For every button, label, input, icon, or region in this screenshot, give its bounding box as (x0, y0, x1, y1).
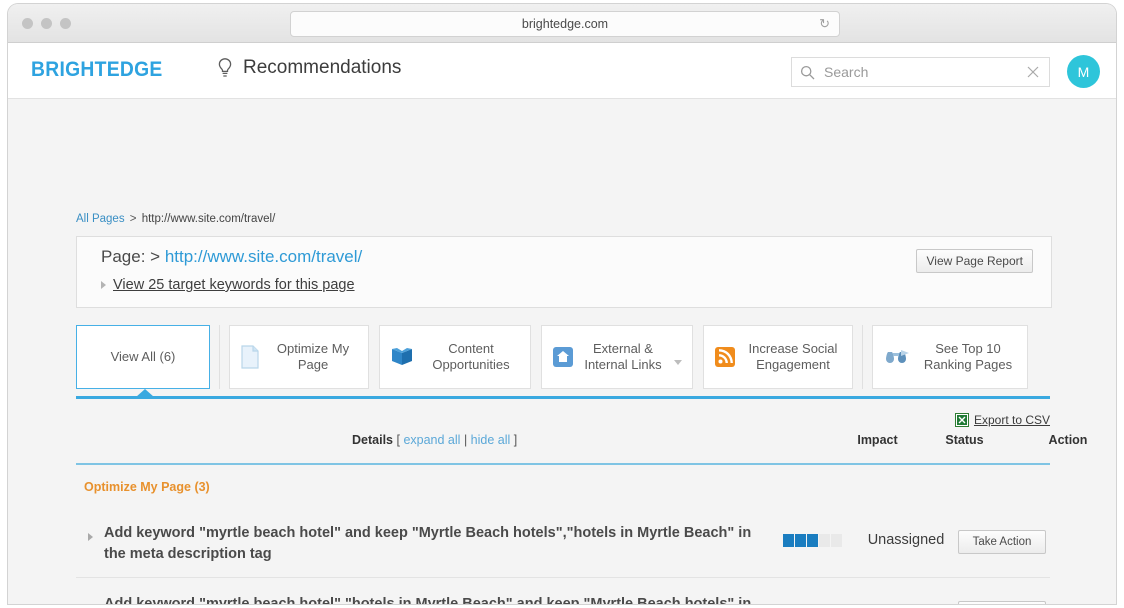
page-section-heading: Recommendations (216, 57, 401, 79)
app-header: BRIGHTEDGE Recommendations M (8, 43, 1116, 99)
lightbulb-icon (216, 57, 234, 79)
browser-url-bar[interactable]: brightedge.com ↻ (290, 11, 840, 37)
page-url-link[interactable]: http://www.site.com/travel/ (165, 247, 362, 266)
maximize-window-dot[interactable] (60, 18, 71, 29)
impact-segment (795, 534, 806, 547)
status-badge: Unassigned (851, 532, 961, 548)
chevron-right-icon (101, 281, 106, 289)
brightedge-logo[interactable]: BRIGHTEDGE (31, 58, 163, 82)
tab-label: Increase Social Engagement (744, 341, 842, 373)
table-header-rule (76, 463, 1050, 465)
window-controls[interactable] (22, 18, 71, 29)
tab-label: Content Opportunities (422, 341, 520, 373)
url-text: brightedge.com (522, 17, 608, 31)
tab-view-all[interactable]: View All (6) (76, 325, 210, 389)
tab-divider (862, 325, 863, 389)
details-toggle-links: [ expand all | hide all ] (396, 433, 517, 447)
reload-icon[interactable]: ↻ (819, 16, 830, 32)
bracket-open: [ (396, 433, 399, 447)
close-window-dot[interactable] (22, 18, 33, 29)
document-icon (240, 345, 260, 369)
page-info-card: Page: > http://www.site.com/travel/ View… (76, 236, 1052, 308)
avatar[interactable]: M (1067, 55, 1100, 88)
browser-titlebar: brightedge.com ↻ (8, 4, 1116, 43)
details-column-header: Details [ expand all | hide all ] (352, 433, 517, 447)
table-header: Export to CSV Details [ expand all | hid… (76, 404, 1050, 461)
bracket-close: ] (514, 433, 517, 447)
search-box[interactable] (791, 57, 1050, 87)
status-badge: Unassigned (851, 603, 961, 604)
page-url-line: Page: > http://www.site.com/travel/ (101, 247, 362, 267)
tab-increase-social-engagement[interactable]: Increase Social Engagement (703, 325, 853, 389)
tab-see-top-10-ranking-pages[interactable]: See Top 10 Ranking Pages (872, 325, 1028, 389)
close-icon[interactable] (1026, 65, 1040, 79)
link-pipe: | (464, 433, 467, 447)
table-row[interactable]: Add keyword "myrtle beach hotel" and kee… (76, 507, 1050, 578)
recommendation-group-title: Optimize My Page (3) (84, 480, 210, 494)
search-icon (800, 65, 815, 80)
binoculars-icon (883, 346, 911, 368)
view-target-keywords-link[interactable]: View 25 target keywords for this page (113, 277, 355, 293)
tab-divider (219, 325, 220, 389)
export-to-csv-link[interactable]: Export to CSV (955, 413, 1050, 427)
recommendation-text: Add keyword "myrtle beach hotel" and kee… (104, 523, 764, 565)
recommendation-tabs: View All (6) Optimize My Page Content Op… (76, 325, 1050, 391)
view-page-report-button[interactable]: View Page Report (916, 249, 1033, 273)
tab-external-internal-links[interactable]: External & Internal Links (541, 325, 693, 389)
home-link-icon (552, 346, 574, 368)
impact-segment (807, 534, 818, 547)
impact-segment (831, 534, 842, 547)
rss-icon (714, 346, 736, 368)
breadcrumb-current: http://www.site.com/travel/ (142, 213, 276, 225)
page-label: Page: > (101, 247, 160, 266)
hide-all-link[interactable]: hide all (471, 433, 511, 447)
main-content: All Pages > http://www.site.com/travel/ … (8, 99, 1116, 604)
chevron-down-icon[interactable] (674, 360, 682, 365)
tab-optimize-my-page[interactable]: Optimize My Page (229, 325, 369, 389)
recommendation-text: Add keyword "myrtle beach hotel","hotels… (104, 594, 764, 604)
breadcrumb-all-pages[interactable]: All Pages (76, 213, 125, 225)
export-to-csv-label: Export to CSV (974, 413, 1050, 427)
breadcrumb: All Pages > http://www.site.com/travel/ (76, 213, 275, 225)
action-column-header: Action (1006, 433, 1116, 447)
tab-label: See Top 10 Ranking Pages (919, 341, 1017, 373)
page-title: Recommendations (243, 57, 401, 79)
tab-label: External & Internal Links (582, 341, 664, 373)
minimize-window-dot[interactable] (41, 18, 52, 29)
tab-label: Optimize My Page (268, 341, 358, 373)
take-action-button[interactable]: Take Action (958, 601, 1046, 604)
table-row[interactable]: Add keyword "myrtle beach hotel","hotels… (76, 578, 1050, 604)
target-keywords-row[interactable]: View 25 target keywords for this page (101, 277, 355, 293)
details-label: Details (352, 433, 393, 447)
chevron-right-icon[interactable] (88, 533, 93, 541)
status-column-header: Status (912, 433, 1017, 447)
browser-window: brightedge.com ↻ BRIGHTEDGE Recommendati… (8, 4, 1116, 604)
tab-content-opportunities[interactable]: Content Opportunities (379, 325, 531, 389)
search-input[interactable] (822, 63, 1026, 81)
tab-label: View All (6) (111, 349, 176, 365)
open-book-icon (390, 346, 414, 368)
avatar-initial: M (1078, 64, 1090, 80)
active-tab-pointer (136, 389, 154, 397)
take-action-button[interactable]: Take Action (958, 530, 1046, 554)
breadcrumb-separator: > (130, 213, 137, 225)
recommendation-rows: Add keyword "myrtle beach hotel" and kee… (76, 507, 1050, 604)
tab-underline (76, 396, 1050, 399)
expand-all-link[interactable]: expand all (403, 433, 460, 447)
excel-icon (955, 413, 969, 427)
impact-segment (819, 534, 830, 547)
impact-meter (783, 534, 842, 547)
impact-segment (783, 534, 794, 547)
